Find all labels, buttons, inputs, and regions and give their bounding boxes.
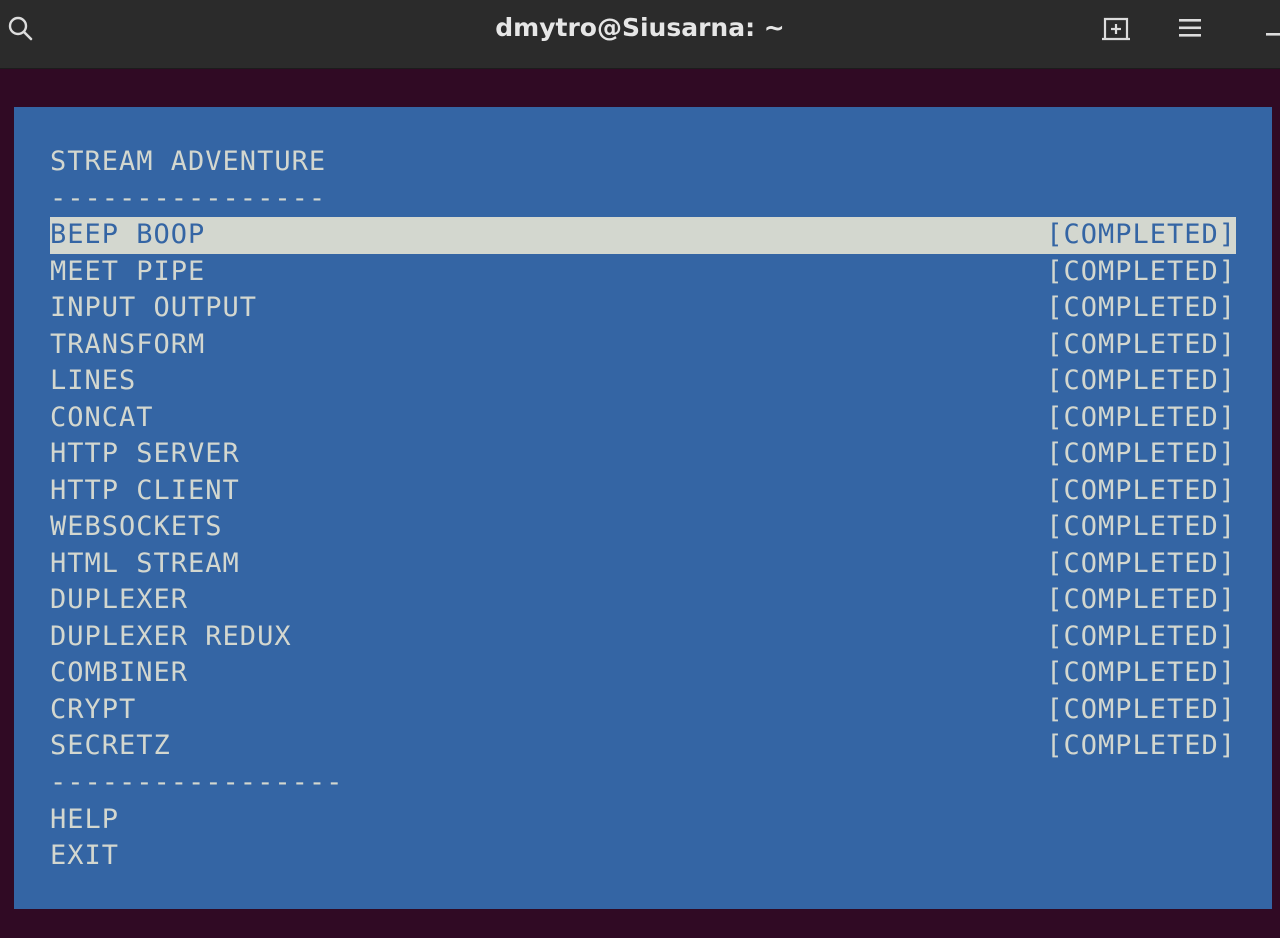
- menu-item-status: [COMPLETED]: [1046, 547, 1236, 579]
- menu-item[interactable]: DUPLEXER REDUX [COMPLETED]: [50, 619, 1236, 656]
- menu-item-status: [COMPLETED]: [1046, 730, 1236, 761]
- menu-item-label: MEET PIPE: [50, 255, 206, 287]
- menu-item[interactable]: INPUT OUTPUT [COMPLETED]: [50, 290, 1236, 327]
- menu-item-status: [COMPLETED]: [1046, 620, 1236, 652]
- menu-item[interactable]: SECRETZ [COMPLETED]: [50, 728, 1236, 765]
- menu-item[interactable]: HTTP SERVER [COMPLETED]: [50, 436, 1236, 473]
- menu-item-label: LINES: [50, 365, 137, 396]
- menu-item-label: HTTP SERVER: [50, 438, 240, 469]
- menu-item[interactable]: TRANSFORM [COMPLETED]: [50, 327, 1236, 364]
- menu-item[interactable]: CRYPT [COMPLETED]: [50, 692, 1236, 729]
- menu-item-status: [COMPLETED]: [1046, 474, 1236, 506]
- minimize-icon[interactable]: [1258, 10, 1280, 46]
- new-tab-icon[interactable]: [1096, 10, 1136, 46]
- menu-item[interactable]: WEBSOCKETS [COMPLETED]: [50, 509, 1236, 546]
- terminal-bottom-area: [0, 909, 1280, 938]
- menu-item-label: DUPLEXER: [50, 584, 189, 615]
- menu-item[interactable]: CONCAT [COMPLETED]: [50, 400, 1236, 437]
- hamburger-menu-icon[interactable]: [1170, 10, 1210, 46]
- menu-item-status: [COMPLETED]: [1046, 693, 1236, 725]
- menu-item[interactable]: HTTP CLIENT [COMPLETED]: [50, 473, 1236, 510]
- menu-item-status: [COMPLETED]: [1046, 584, 1236, 615]
- terminal-window: dmytro@Siusarna: ~ STREAM ADVENTURE ----…: [0, 0, 1280, 938]
- menu-item-label: COMBINER: [50, 657, 189, 688]
- menu-item[interactable]: MEET PIPE [COMPLETED]: [50, 254, 1236, 291]
- menu-item-status: [COMPLETED]: [1046, 328, 1236, 360]
- menu-item[interactable]: DUPLEXER [COMPLETED]: [50, 582, 1236, 619]
- menu-item-label: CONCAT: [50, 401, 154, 433]
- menu-item-exit[interactable]: EXIT: [50, 838, 1236, 875]
- title-bar: dmytro@Siusarna: ~: [0, 0, 1280, 69]
- menu-item-help[interactable]: HELP: [50, 802, 1236, 839]
- menu-item-label: SECRETZ: [50, 730, 171, 761]
- menu-item-label: CRYPT: [50, 693, 137, 725]
- menu-item[interactable]: LINES [COMPLETED]: [50, 363, 1236, 400]
- menu-item-label: HTML STREAM: [50, 547, 240, 579]
- menu-item-label: BEEP BOOP: [50, 219, 206, 250]
- menu-item-status: [COMPLETED]: [1046, 219, 1236, 250]
- menu-item-status: [COMPLETED]: [1046, 438, 1236, 469]
- menu-item-label: WEBSOCKETS: [50, 511, 223, 542]
- menu-item-label: HTTP CLIENT: [50, 474, 240, 506]
- menu-item-status: [COMPLETED]: [1046, 657, 1236, 688]
- menu-item[interactable]: HTML STREAM [COMPLETED]: [50, 546, 1236, 583]
- menu-item-status: [COMPLETED]: [1046, 365, 1236, 396]
- menu-item[interactable]: COMBINER [COMPLETED]: [50, 655, 1236, 692]
- menu-separator-bottom: -----------------: [50, 767, 344, 798]
- menu-item-label: TRANSFORM: [50, 328, 206, 360]
- menu-item[interactable]: BEEP BOOP [COMPLETED]: [50, 217, 1236, 254]
- window-title: dmytro@Siusarna: ~: [495, 13, 785, 42]
- terminal-menu-panel: STREAM ADVENTURE ---------------- BEEP B…: [14, 107, 1272, 909]
- menu-item-label: DUPLEXER REDUX: [50, 620, 292, 652]
- menu-separator-top: ----------------: [50, 183, 327, 214]
- menu-item-status: [COMPLETED]: [1046, 401, 1236, 433]
- menu-item-status: [COMPLETED]: [1046, 255, 1236, 287]
- menu-item-label: INPUT OUTPUT: [50, 292, 258, 323]
- menu-item-status: [COMPLETED]: [1046, 511, 1236, 542]
- menu-item-status: [COMPLETED]: [1046, 292, 1236, 323]
- menu-heading: STREAM ADVENTURE: [50, 146, 327, 177]
